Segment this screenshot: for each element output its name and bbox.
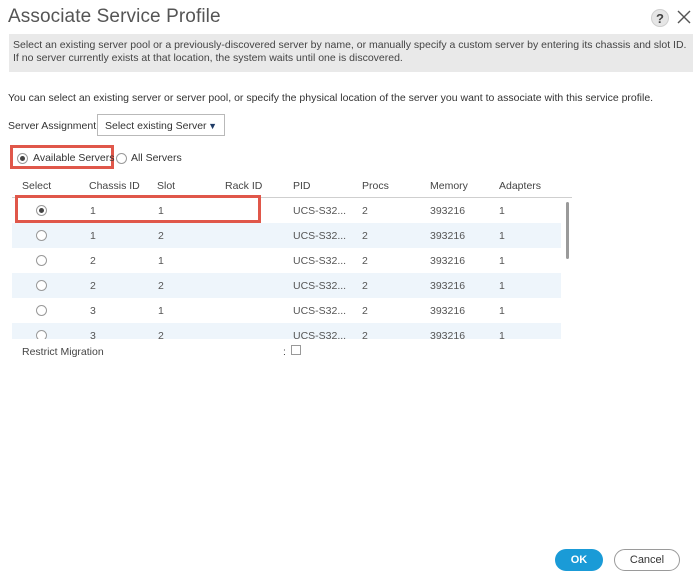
cell-chassis-id: 2 [90,255,96,267]
available-servers-radio[interactable] [17,153,28,164]
table-row[interactable]: 3 1 UCS-S32... 2 393216 1 [12,298,561,323]
table-row[interactable]: 2 2 UCS-S32... 2 393216 1 [12,273,561,298]
table-row[interactable]: 3 2 UCS-S32... 2 393216 1 [12,323,561,339]
cell-pid: UCS-S32... [293,330,347,339]
cell-adapters: 1 [499,230,505,242]
caret-down-icon: ▼ [208,121,217,131]
cell-pid: UCS-S32... [293,205,347,217]
cell-procs: 2 [362,330,368,339]
cell-slot: 2 [158,280,164,292]
cell-pid: UCS-S32... [293,305,347,317]
cell-pid: UCS-S32... [293,280,347,292]
column-header-procs[interactable]: Procs [362,180,389,192]
column-header-select[interactable]: Select [22,180,51,192]
ok-button[interactable]: OK [555,549,603,571]
row-select-radio[interactable] [36,230,47,241]
close-icon[interactable] [676,9,692,25]
cell-memory: 393216 [430,305,466,317]
cell-procs: 2 [362,280,368,292]
cell-adapters: 1 [499,305,505,317]
server-assignment-select[interactable]: Select existing Server ▼ [97,114,225,136]
help-icon[interactable]: ? [651,9,669,27]
restrict-migration-colon: : [283,346,286,358]
cell-slot: 2 [158,330,164,339]
row-select-radio[interactable] [36,255,47,266]
cell-slot: 1 [158,255,164,267]
all-servers-radio[interactable] [116,153,127,164]
restrict-migration-label: Restrict Migration [22,346,104,358]
cell-adapters: 1 [499,205,505,217]
column-header-memory[interactable]: Memory [430,180,468,192]
cell-procs: 2 [362,255,368,267]
table-scrollbar[interactable] [566,202,569,259]
server-assignment-label: Server Assignment: [8,120,100,132]
column-header-rack-id[interactable]: Rack ID [225,180,262,192]
cell-slot: 1 [158,305,164,317]
column-header-slot[interactable]: Slot [157,180,175,192]
column-header-chassis-id[interactable]: Chassis ID [89,180,140,192]
server-assignment-value: Select existing Server [105,120,207,132]
cell-memory: 393216 [430,280,466,292]
cell-memory: 393216 [430,255,466,267]
cancel-button[interactable]: Cancel [614,549,680,571]
cell-slot: 2 [158,230,164,242]
cell-pid: UCS-S32... [293,255,347,267]
column-header-pid[interactable]: PID [293,180,311,192]
cell-adapters: 1 [499,280,505,292]
cell-memory: 393216 [430,230,466,242]
cell-adapters: 1 [499,330,505,339]
cell-chassis-id: 1 [90,230,96,242]
row-select-radio[interactable] [36,330,47,339]
available-servers-label[interactable]: Available Servers [33,152,115,164]
selected-row-highlight [15,195,261,223]
table-row[interactable]: 1 2 UCS-S32... 2 393216 1 [12,223,561,248]
cell-chassis-id: 3 [90,330,96,339]
cell-memory: 393216 [430,330,466,339]
restrict-migration-checkbox[interactable] [291,345,301,355]
cell-memory: 393216 [430,205,466,217]
cell-procs: 2 [362,205,368,217]
cell-adapters: 1 [499,255,505,267]
all-servers-label[interactable]: All Servers [131,152,182,164]
row-select-radio[interactable] [36,280,47,291]
cell-procs: 2 [362,305,368,317]
info-box: Select an existing server pool or a prev… [9,34,693,72]
row-select-radio[interactable] [36,305,47,316]
cell-pid: UCS-S32... [293,230,347,242]
cell-chassis-id: 3 [90,305,96,317]
table-row[interactable]: 2 1 UCS-S32... 2 393216 1 [12,248,561,273]
dialog-title: Associate Service Profile [8,6,221,27]
column-header-adapters[interactable]: Adapters [499,180,541,192]
cell-procs: 2 [362,230,368,242]
cell-chassis-id: 2 [90,280,96,292]
description-text: You can select an existing server or ser… [8,92,654,104]
